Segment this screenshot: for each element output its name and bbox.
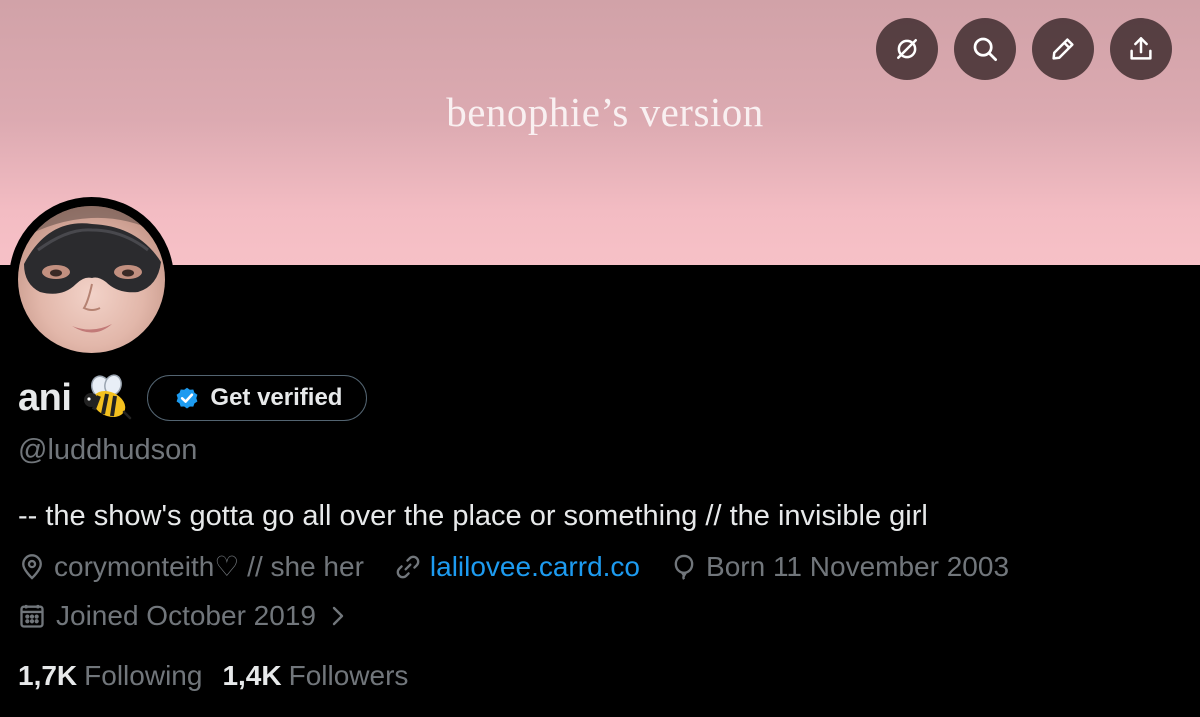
link-icon — [396, 555, 420, 578]
followers-link[interactable]: 1,4K Followers — [222, 660, 408, 692]
following-count: 1,7K — [18, 660, 78, 691]
followers-count: 1,4K — [222, 660, 282, 691]
location-pin-icon — [22, 553, 42, 580]
profile-handle: @luddhudson — [18, 434, 198, 466]
display-name: ani — [18, 376, 72, 419]
grok-icon — [897, 39, 917, 59]
profile-banner[interactable]: benophie’s version — [0, 0, 1200, 265]
following-label: Following — [84, 660, 203, 691]
get-verified-button[interactable]: Get verified — [147, 375, 368, 421]
banner-text: benophie’s version — [446, 89, 764, 135]
share-button[interactable] — [1110, 18, 1172, 80]
joined-text: Joined October 2019 — [56, 600, 316, 631]
avatar-image — [18, 206, 165, 353]
birthday-text: Born 11 November 2003 — [706, 550, 1010, 582]
chevron-right-icon — [332, 606, 344, 626]
grok-button[interactable] — [876, 18, 938, 80]
edit-button[interactable] — [1032, 18, 1094, 80]
edit-icon — [1052, 38, 1074, 60]
website-link[interactable]: lalilovee.carrd.co — [430, 551, 640, 583]
name-row: ani Get verified — [18, 374, 368, 422]
search-button[interactable] — [954, 18, 1016, 80]
profile-page: benophie’s version ani Get verified @lud… — [0, 0, 1200, 717]
following-link[interactable]: 1,7K Following — [18, 660, 202, 692]
banner-actions — [876, 18, 1172, 80]
website-item[interactable]: lalilovee.carrd.co — [394, 551, 640, 583]
profile-avatar[interactable] — [9, 197, 174, 362]
bee-icon — [84, 374, 132, 420]
location-text: corymonteith♡ // she her — [54, 551, 364, 582]
profile-bio: -- the show's gotta go all over the plac… — [18, 500, 928, 532]
location-item: corymonteith♡ // she her — [18, 550, 364, 583]
joined-row[interactable]: Joined October 2019 — [18, 600, 348, 632]
birthday-item: Born 11 November 2003 — [670, 551, 1009, 583]
share-icon — [1130, 37, 1152, 60]
search-icon — [973, 37, 997, 61]
verified-badge-icon — [177, 387, 198, 409]
followers-label: Followers — [288, 660, 409, 691]
profile-meta-row: corymonteith♡ // she her lalilovee.carrd… — [18, 550, 1039, 583]
balloon-icon — [674, 554, 694, 580]
get-verified-label: Get verified — [210, 384, 343, 411]
follow-stats: 1,7K Following 1,4K Followers — [18, 660, 428, 692]
calendar-icon — [20, 604, 44, 628]
